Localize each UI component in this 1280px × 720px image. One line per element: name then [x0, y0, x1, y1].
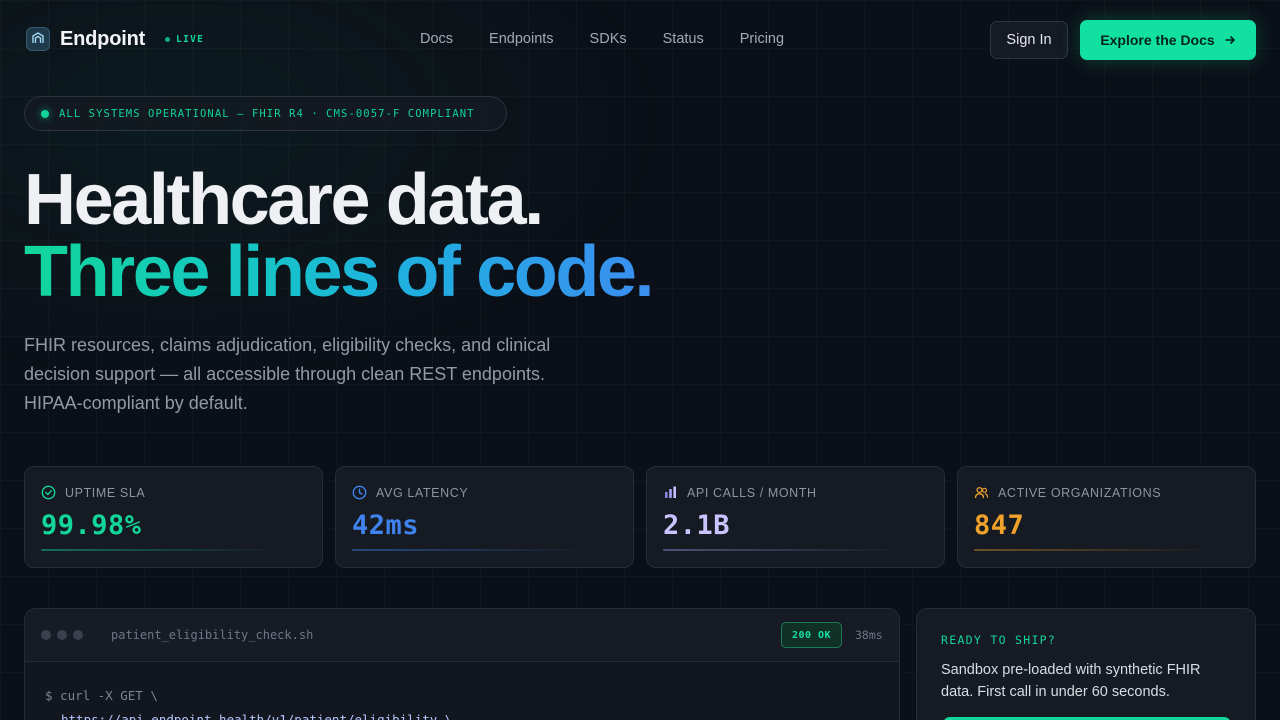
brand[interactable]: Endpoint LIVE — [26, 27, 204, 51]
stat-card-latency: AVG LATENCY 42ms — [335, 466, 634, 568]
terminal-body: $ curl -X GET \ https://api.endpoint.hea… — [25, 662, 899, 720]
nav-link-status[interactable]: Status — [663, 31, 704, 47]
stat-value: 847 — [974, 510, 1025, 541]
live-dot-icon — [165, 36, 171, 42]
explore-docs-button[interactable]: Explore the Docs — [1080, 20, 1256, 60]
response-duration: 38ms — [855, 628, 883, 642]
stat-card-uptime: UPTIME SLA 99.98% — [24, 466, 323, 568]
bar-chart-icon — [663, 485, 678, 500]
stat-label: API CALLS / MONTH — [687, 485, 817, 500]
terminal-window: patient_eligibility_check.sh 200 OK 38ms… — [24, 608, 900, 720]
brand-name: Endpoint — [60, 27, 146, 50]
check-circle-icon — [41, 485, 56, 500]
nav-link-endpoints[interactable]: Endpoints — [489, 31, 554, 47]
hero-headline-line2: Three lines of code. — [24, 232, 655, 312]
live-indicator: LIVE — [165, 34, 204, 45]
arrow-right-icon — [1224, 33, 1236, 48]
nav-links: Docs Endpoints SDKs Status Pricing — [420, 31, 820, 47]
live-label: LIVE — [176, 33, 205, 45]
code-line: $ curl -X GET \ — [45, 688, 158, 703]
sign-in-button[interactable]: Sign In — [990, 21, 1068, 59]
stat-value: 2.1B — [663, 510, 731, 541]
stat-accent-line — [663, 549, 903, 551]
nav-link-sdks[interactable]: SDKs — [590, 31, 627, 47]
explore-docs-label: Explore the Docs — [1100, 32, 1215, 48]
users-icon — [974, 485, 989, 500]
hero-headline-line1: Healthcare data. — [24, 160, 544, 240]
logo-icon — [26, 27, 50, 51]
window-dot-icon — [41, 630, 51, 640]
nav-link-pricing[interactable]: Pricing — [740, 31, 784, 47]
stat-label: AVG LATENCY — [376, 485, 469, 500]
clock-icon — [352, 485, 367, 500]
ready-title: READY TO SHIP? — [941, 633, 1057, 647]
ready-description: Sandbox pre-loaded with synthetic FHIR d… — [941, 662, 1201, 700]
sign-in-label: Sign In — [1006, 32, 1052, 48]
window-dot-icon — [57, 630, 67, 640]
stat-accent-line — [352, 549, 592, 551]
terminal-filename: patient_eligibility_check.sh — [111, 628, 314, 642]
response-status-badge: 200 OK — [781, 622, 842, 648]
system-status-pill: ALL SYSTEMS OPERATIONAL — FHIR R4 · CMS-… — [24, 96, 507, 131]
top-navigation: Endpoint LIVE Docs Endpoints SDKs Status… — [0, 0, 1280, 80]
stat-label: UPTIME SLA — [65, 485, 146, 500]
stat-card-organizations: ACTIVE ORGANIZATIONS 847 — [957, 466, 1256, 568]
stat-value: 99.98% — [41, 510, 142, 541]
stat-accent-line — [974, 549, 1214, 551]
window-dot-icon — [73, 630, 83, 640]
status-text: ALL SYSTEMS OPERATIONAL — FHIR R4 · CMS-… — [59, 107, 475, 120]
hero-description: FHIR resources, claims adjudication, eli… — [24, 335, 551, 413]
code-line: https://api.endpoint.health/v1/patient/e… — [61, 712, 453, 720]
ready-to-ship-card: READY TO SHIP? Sandbox pre-loaded with s… — [916, 608, 1256, 720]
nav-link-docs[interactable]: Docs — [420, 31, 453, 47]
stat-card-api-calls: API CALLS / MONTH 2.1B — [646, 466, 945, 568]
stat-accent-line — [41, 549, 281, 551]
status-dot-icon — [41, 109, 49, 118]
stat-label: ACTIVE ORGANIZATIONS — [998, 485, 1162, 500]
stat-value: 42ms — [352, 510, 420, 541]
terminal-header: patient_eligibility_check.sh 200 OK 38ms — [25, 609, 899, 662]
